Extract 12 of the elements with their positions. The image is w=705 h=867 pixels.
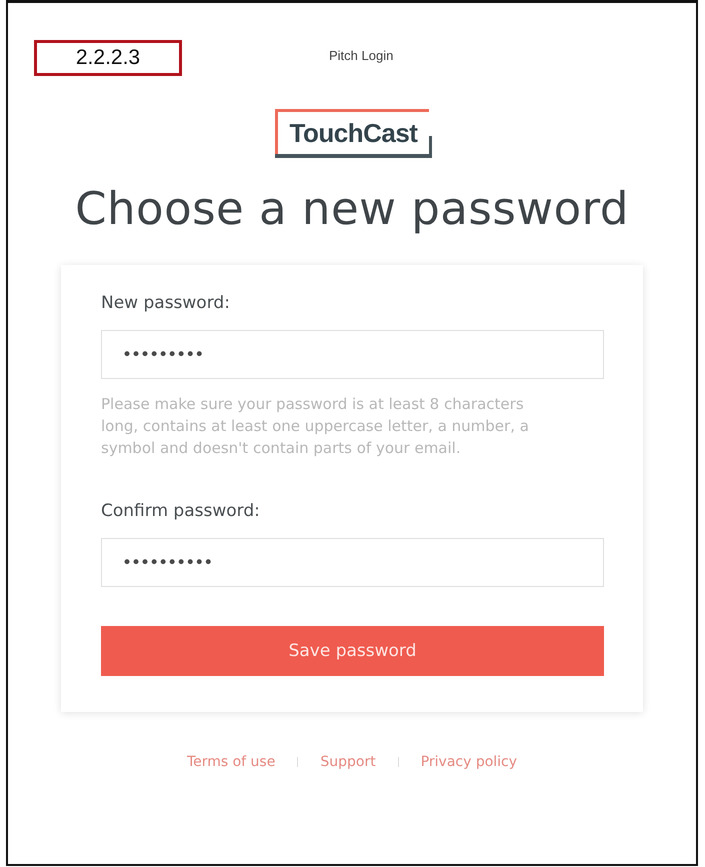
footer-link[interactable]: Support (320, 754, 376, 770)
footer-link[interactable]: Privacy policy (420, 754, 518, 770)
field-label: New password: (101, 293, 231, 313)
page-title: Pitch Login (329, 48, 394, 62)
password-field[interactable]: •••••••••• (101, 538, 604, 587)
version-tag: 2.2.2.3 (34, 40, 182, 76)
field-label: Confirm password: (101, 501, 261, 521)
password-field[interactable]: ••••••••• (101, 330, 604, 379)
footer-link[interactable]: Terms of use (186, 754, 276, 770)
save-button[interactable]: Save password (101, 626, 604, 676)
page-heading: Choose a new password (75, 182, 629, 235)
password-hint: Please make sure your password is at least 8 characters long, contains at least one uppercase letter, a number, a symbol and doesn't contain parts of your email. (101, 394, 530, 459)
